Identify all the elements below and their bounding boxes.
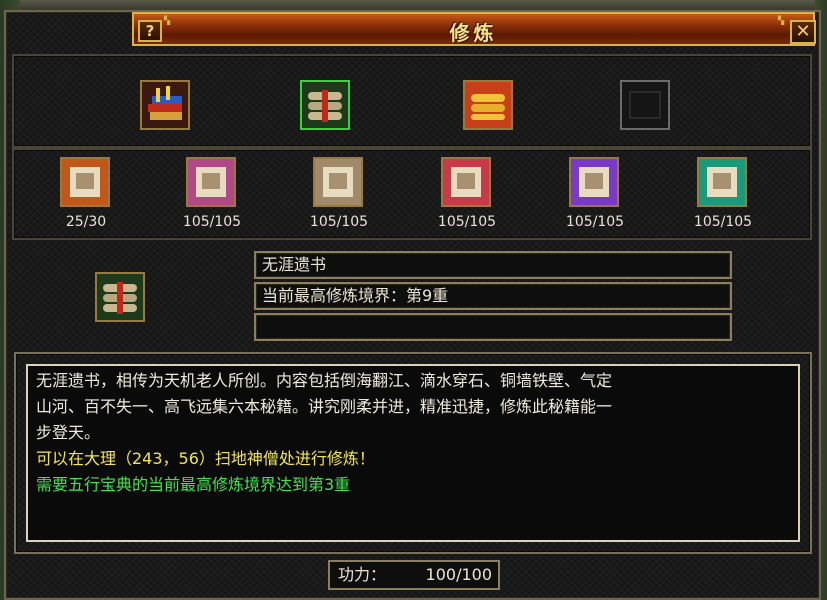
skill-progress-3: 105/105 <box>309 214 369 230</box>
purple-scroll-icon[interactable] <box>569 157 619 207</box>
tan-scroll-icon[interactable] <box>313 157 363 207</box>
book-stack-icon[interactable] <box>140 80 190 130</box>
description-text: 无涯遗书，相传为天机老人所创。内容包括倒海翻江、滴水穿石、铜墙铁壁、气定 山河、… <box>36 368 788 498</box>
training-location: 可以在大理（243，56）扫地神僧处进行修炼！ <box>36 449 375 468</box>
scroll-bundle-icon[interactable] <box>300 80 350 130</box>
skill-progress-6: 105/105 <box>693 214 753 230</box>
help-button[interactable]: ? <box>138 20 162 42</box>
orange-scroll-icon[interactable] <box>60 157 110 207</box>
skill-progress-4: 105/105 <box>437 214 497 230</box>
skill-progress-5: 105/105 <box>565 214 625 230</box>
help-pin-icon: ▚ <box>164 16 171 25</box>
skill-realm-field: 当前最高修炼境界：第9重 <box>254 282 732 310</box>
title-bar[interactable]: 修炼 <box>132 12 815 46</box>
close-button[interactable]: ✕ <box>790 20 816 44</box>
pink-scroll-icon[interactable] <box>186 157 236 207</box>
golden-scroll-icon[interactable] <box>463 80 513 130</box>
power-label: 功力： <box>338 565 387 584</box>
skill-progress-1: 25/30 <box>65 214 107 230</box>
empty-slot-icon[interactable] <box>620 80 670 130</box>
window-title: 修炼 <box>449 21 498 45</box>
skill-name-field: 无涯遗书 <box>254 251 732 279</box>
skill-progress-2: 105/105 <box>182 214 242 230</box>
skill-extra-field <box>254 313 732 341</box>
teal-scroll-icon[interactable] <box>697 157 747 207</box>
selected-scroll-icon <box>95 272 145 322</box>
category-panel <box>12 54 812 148</box>
power-indicator: 功力： 100/100 <box>328 560 500 590</box>
power-value: 100/100 <box>425 565 492 584</box>
description-line-2: 山河、百不失一、高飞远集六本秘籍。讲究刚柔并进，精准迅捷，修炼此秘籍能一 <box>36 397 613 416</box>
description-line-3: 步登天。 <box>36 423 101 442</box>
red-scroll-icon[interactable] <box>441 157 491 207</box>
training-requirement: 需要五行宝典的当前最高修炼境界达到第3重 <box>36 475 351 494</box>
close-pin-icon: ▚ <box>778 16 785 25</box>
description-line-1: 无涯遗书，相传为天机老人所创。内容包括倒海翻江、滴水穿石、铜墙铁壁、气定 <box>36 371 613 390</box>
